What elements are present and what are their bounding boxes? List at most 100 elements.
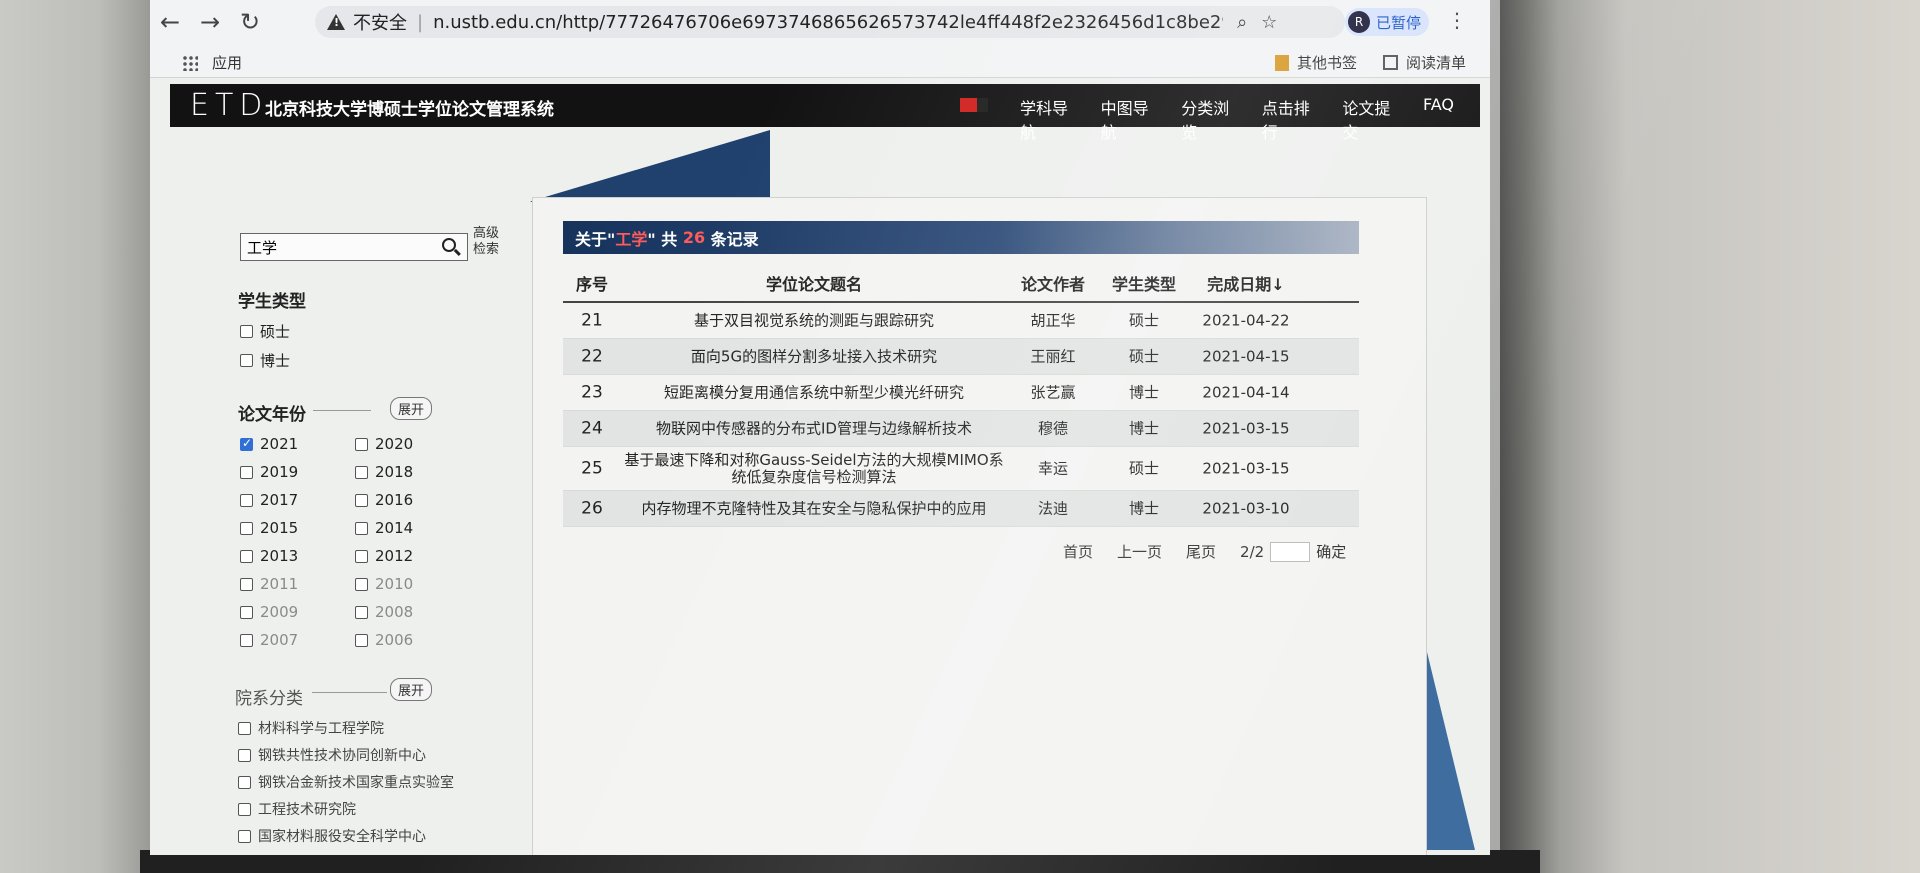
nav-submit[interactable]: 论文提交 [1342, 95, 1397, 143]
year-option[interactable]: 2018 [355, 463, 413, 481]
checkbox[interactable] [355, 521, 368, 535]
pager-confirm[interactable]: 确定 [1316, 541, 1346, 562]
nav-clc[interactable]: 中图导航 [1101, 95, 1156, 143]
col-header-author: 论文作者 [1020, 275, 1085, 294]
year-option[interactable]: 2007 [240, 631, 298, 649]
checkbox[interactable] [240, 633, 253, 647]
year-option[interactable]: 2008 [355, 603, 413, 621]
pager-last[interactable]: 尾页 [1186, 541, 1216, 562]
table-row[interactable]: 21 基于双目视觉系统的测距与跟踪研究 胡正华 硕士 2021-04-22 [563, 303, 1359, 339]
table-row[interactable]: 23 短距离模分复用通信系统中新型少模光纤研究 张艺赢 博士 2021-04-14 [563, 375, 1359, 411]
year-option[interactable]: 2019 [240, 463, 298, 481]
checkbox[interactable] [238, 829, 251, 843]
year-option[interactable]: 2013 [240, 547, 298, 565]
nav-browse[interactable]: 分类浏览 [1181, 95, 1236, 143]
checkbox[interactable] [238, 802, 251, 816]
search-input[interactable]: 工学 [240, 233, 468, 261]
profile-button[interactable]: R 已暂停 [1345, 8, 1430, 36]
nav-ranking[interactable]: 点击排行 [1262, 95, 1317, 143]
year-expand-button[interactable]: 展开 [390, 397, 433, 420]
search-icon[interactable] [442, 238, 456, 252]
address-bar[interactable]: 不安全 | n.ustb.edu.cn/http/77726476706e697… [315, 6, 1345, 38]
zoom-icon[interactable]: ⌕ [1237, 12, 1247, 33]
checkbox[interactable] [240, 549, 253, 563]
checkbox-label: 2008 [375, 603, 414, 621]
checkbox-label: 国家材料服役安全科学中心 [258, 829, 426, 845]
checkbox[interactable] [240, 605, 253, 619]
department-option[interactable]: 钢铁冶金新技术国家重点实验室 [238, 772, 454, 792]
nav-faq[interactable]: FAQ [1423, 95, 1454, 143]
department-option[interactable]: 工程技术研究院 [238, 799, 356, 819]
star-icon[interactable]: ☆ [1261, 12, 1277, 33]
cell-title[interactable]: 基于最速下降和对称Gauss-Seidel方法的大规模MIMO系统低复杂度信号检… [621, 451, 1007, 486]
cell-type: 博士 [1128, 419, 1159, 437]
department-option[interactable]: 化学与生物工程学院 [238, 853, 384, 855]
apps-shortcut[interactable]: 应用 [182, 52, 242, 73]
checkbox[interactable] [355, 633, 368, 647]
pager-first[interactable]: 首页 [1063, 541, 1093, 562]
department-option[interactable]: 材料科学与工程学院 [238, 718, 384, 738]
checkbox[interactable] [240, 493, 253, 507]
forward-icon[interactable]: → [190, 2, 230, 42]
url-text[interactable]: n.ustb.edu.cn/http/77726476706e697374686… [433, 12, 1223, 33]
department-expand-button[interactable]: 展开 [390, 678, 433, 701]
site-logo[interactable]: ETD [190, 88, 268, 123]
student-type-doctor[interactable]: 博士 [240, 350, 290, 371]
reload-icon[interactable]: ↻ [230, 2, 270, 42]
results-summary: 关于" 工学 " 共 26 条记录 [563, 221, 1359, 254]
checkbox[interactable] [240, 354, 253, 367]
cell-title[interactable]: 基于双目视觉系统的测距与跟踪研究 [621, 312, 1007, 329]
table-row[interactable]: 26 内存物理不克隆特性及其在安全与隐私保护中的应用 法迪 博士 2021-03-10 [563, 491, 1359, 527]
checkbox[interactable] [238, 721, 251, 735]
col-header-date[interactable]: 完成日期↓ [1189, 271, 1303, 295]
checkbox[interactable] [355, 577, 368, 591]
advanced-search-link[interactable]: 高级检索 [473, 226, 507, 258]
menu-icon[interactable]: ⋮ [1447, 8, 1467, 32]
checkbox[interactable] [355, 493, 368, 507]
department-option[interactable]: 国家材料服役安全科学中心 [238, 826, 426, 846]
summary-suffix: 条记录 [705, 229, 759, 249]
checkbox[interactable] [355, 549, 368, 563]
table-row[interactable]: 25 基于最速下降和对称Gauss-Seidel方法的大规模MIMO系统低复杂度信… [563, 447, 1359, 491]
checkbox[interactable] [240, 521, 253, 535]
cell-title[interactable]: 内存物理不克隆特性及其在安全与隐私保护中的应用 [621, 500, 1007, 517]
checkbox[interactable] [240, 465, 253, 479]
department-option[interactable]: 钢铁共性技术协同创新中心 [238, 745, 426, 765]
year-option[interactable]: 2021 [240, 435, 298, 453]
page-number-input[interactable] [1270, 541, 1311, 562]
checkbox-label: 2016 [375, 491, 414, 509]
cell-title[interactable]: 面向5G的图样分割多址接入技术研究 [621, 348, 1007, 365]
year-option[interactable]: 2010 [355, 575, 413, 593]
reading-list[interactable]: 阅读清单 [1383, 52, 1466, 73]
cell-author: 幸运 [1037, 459, 1068, 477]
year-option[interactable]: 2020 [355, 435, 413, 453]
divider [312, 692, 387, 693]
student-type-master[interactable]: 硕士 [240, 321, 290, 342]
checkbox[interactable] [355, 437, 368, 451]
year-option[interactable]: 2014 [355, 519, 413, 537]
table-row[interactable]: 24 物联网中传感器的分布式ID管理与边缘解析技术 穆德 博士 2021-03-15 [563, 411, 1359, 447]
checkbox[interactable] [238, 775, 251, 789]
year-option[interactable]: 2009 [240, 603, 298, 621]
checkbox[interactable] [355, 465, 368, 479]
checkbox[interactable] [240, 325, 253, 338]
cell-title[interactable]: 物联网中传感器的分布式ID管理与边缘解析技术 [621, 420, 1007, 437]
year-option[interactable]: 2012 [355, 547, 413, 565]
other-bookmarks[interactable]: 其他书签 [1275, 52, 1357, 73]
checkbox-label: 2012 [375, 547, 414, 565]
year-option[interactable]: 2017 [240, 491, 298, 509]
checkbox[interactable] [240, 577, 253, 591]
col-header-title: 学位论文题名 [765, 275, 862, 294]
nav-subject[interactable]: 学科导航 [1020, 95, 1075, 143]
checkbox[interactable] [240, 436, 253, 451]
pager-prev[interactable]: 上一页 [1117, 541, 1162, 562]
back-icon[interactable]: ← [150, 2, 190, 42]
checkbox[interactable] [355, 605, 368, 619]
year-option[interactable]: 2011 [240, 575, 298, 593]
year-option[interactable]: 2015 [240, 519, 298, 537]
year-option[interactable]: 2016 [355, 491, 413, 509]
cell-title[interactable]: 短距离模分复用通信系统中新型少模光纤研究 [621, 384, 1007, 401]
checkbox[interactable] [238, 748, 251, 762]
table-row[interactable]: 22 面向5G的图样分割多址接入技术研究 王丽红 硕士 2021-04-15 [563, 339, 1359, 375]
year-option[interactable]: 2006 [355, 631, 413, 649]
